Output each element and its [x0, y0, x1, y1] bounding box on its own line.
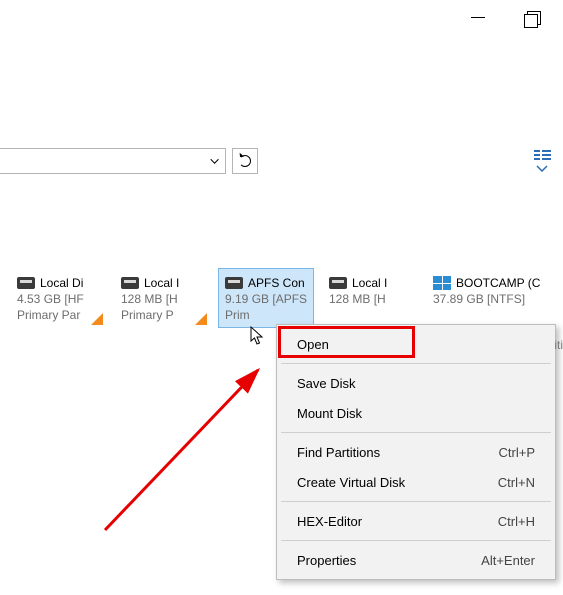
menu-item-shortcut: Ctrl+P — [499, 445, 535, 460]
menu-item-mount-disk[interactable]: Mount Disk — [279, 398, 553, 428]
disk-name: Local I — [352, 275, 387, 291]
disk-size: 128 MB [H — [121, 291, 203, 307]
disk-icon — [329, 277, 347, 289]
path-combobox[interactable] — [0, 148, 226, 174]
menu-item-open[interactable]: Open — [279, 329, 553, 359]
disk-partition: Primary Par — [17, 307, 99, 323]
health-warning-icon — [91, 313, 103, 325]
disk-size: 128 MB [H — [329, 291, 411, 307]
menu-separator — [281, 432, 551, 433]
disk-icon — [17, 277, 35, 289]
address-bar-row — [0, 148, 563, 174]
cropped-text: iti — [554, 338, 563, 352]
disk-icon — [121, 277, 139, 289]
menu-item-label: HEX-Editor — [297, 514, 498, 529]
menu-separator — [281, 363, 551, 364]
refresh-icon — [239, 155, 251, 167]
menu-item-label: Properties — [297, 553, 481, 568]
minimize-button[interactable] — [471, 11, 485, 25]
disk-size: 37.89 GB [NTFS] — [433, 291, 549, 307]
menu-item-label: Save Disk — [297, 376, 535, 391]
menu-item-shortcut: Ctrl+N — [498, 475, 535, 490]
disk-item[interactable]: Local Di4.53 GB [HFPrimary Par — [10, 268, 106, 328]
maximize-restore-button[interactable] — [527, 11, 541, 25]
disk-partition: Primary P — [121, 307, 203, 323]
menu-item-save-disk[interactable]: Save Disk — [279, 368, 553, 398]
window-controls — [471, 0, 563, 36]
disk-item[interactable]: Local I128 MB [HPrimary P — [114, 268, 210, 328]
refresh-button[interactable] — [232, 148, 258, 174]
view-options-button[interactable] — [533, 148, 553, 172]
menu-item-label: Mount Disk — [297, 406, 535, 421]
disk-item[interactable]: Local I128 MB [H — [322, 268, 418, 328]
menu-item-label: Create Virtual Disk — [297, 475, 498, 490]
windows-disk-icon — [433, 276, 451, 290]
disk-size: 9.19 GB [APFS — [225, 291, 307, 307]
menu-separator — [281, 501, 551, 502]
menu-item-properties[interactable]: PropertiesAlt+Enter — [279, 545, 553, 575]
health-warning-icon — [195, 313, 207, 325]
menu-item-hex-editor[interactable]: HEX-EditorCtrl+H — [279, 506, 553, 536]
menu-item-shortcut: Alt+Enter — [481, 553, 535, 568]
menu-item-label: Find Partitions — [297, 445, 499, 460]
disk-icon — [225, 277, 243, 289]
menu-item-shortcut: Ctrl+H — [498, 514, 535, 529]
menu-separator — [281, 540, 551, 541]
disk-size: 4.53 GB [HF — [17, 291, 99, 307]
chevron-down-icon — [210, 155, 218, 163]
menu-item-find-partitions[interactable]: Find PartitionsCtrl+P — [279, 437, 553, 467]
context-menu: OpenSave DiskMount DiskFind PartitionsCt… — [276, 324, 556, 580]
cursor-icon — [250, 326, 264, 346]
disk-partition: Prim — [225, 307, 307, 323]
disk-item[interactable]: APFS Con9.19 GB [APFSPrim — [218, 268, 314, 328]
disk-name: Local I — [144, 275, 179, 291]
disk-list: Local Di4.53 GB [HFPrimary ParLocal I128… — [10, 268, 556, 328]
disk-name: APFS Con — [248, 275, 305, 291]
disk-name: BOOTCAMP (C — [456, 275, 540, 291]
menu-item-label: Open — [297, 337, 535, 352]
menu-item-create-virtual-disk[interactable]: Create Virtual DiskCtrl+N — [279, 467, 553, 497]
annotation-arrow — [90, 360, 280, 540]
disk-item[interactable]: BOOTCAMP (C37.89 GB [NTFS] — [426, 268, 556, 328]
disk-name: Local Di — [40, 275, 83, 291]
